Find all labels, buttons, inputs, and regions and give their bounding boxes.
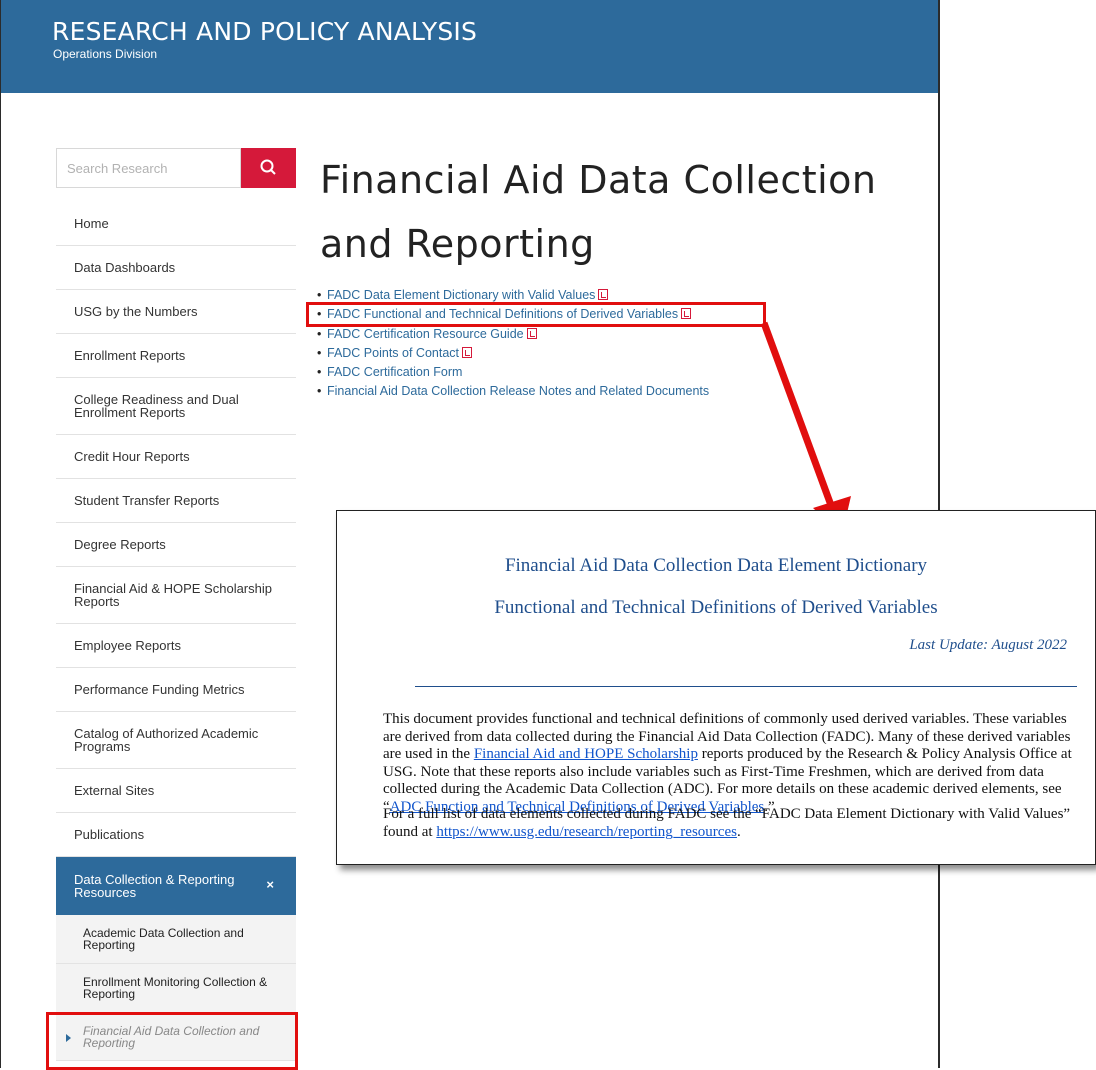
paragraph-text: . — [736, 823, 741, 840]
link-financial-aid-hope-scholarship[interactable]: Financial Aid and HOPE Scholarship — [474, 746, 698, 762]
document-heading: Financial Aid Data Collection Data Eleme… — [504, 555, 928, 576]
document-divider — [415, 686, 1077, 687]
document-preview: Financial Aid Data Collection Data Eleme… — [336, 510, 1096, 865]
document-paragraph: This document provides functional and te… — [383, 711, 1079, 816]
document-paragraph-full-list: For a full list of data elements collect… — [383, 806, 1079, 841]
link-reporting-resources-url[interactable]: https://www.usg.edu/research/reporting_r… — [436, 824, 737, 840]
document-last-update: Last Update: August 2022 — [909, 637, 1067, 653]
document-subheading: Functional and Technical Definitions of … — [494, 597, 938, 618]
